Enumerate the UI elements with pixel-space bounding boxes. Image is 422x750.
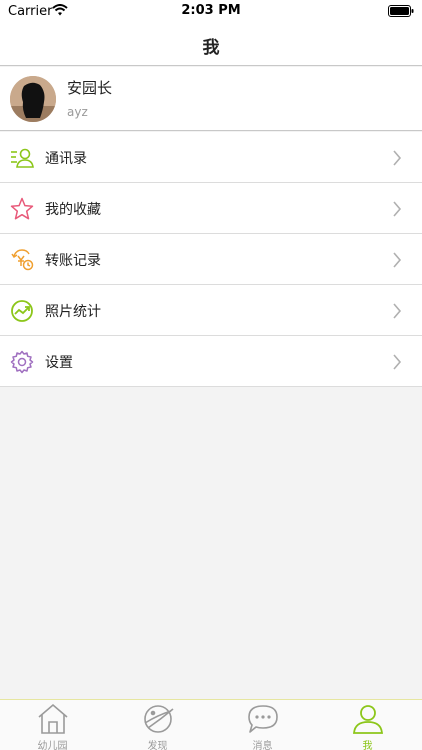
chevron-right-icon bbox=[392, 252, 402, 268]
menu-item-photo-stats[interactable]: 照片统计 bbox=[0, 285, 422, 336]
tab-label: 发现 bbox=[147, 741, 168, 750]
page-title: 我 bbox=[202, 38, 220, 58]
chevron-right-icon bbox=[392, 150, 402, 166]
status-bar: Carrier 2:03 PM bbox=[0, 0, 422, 22]
transfer-icon bbox=[10, 248, 34, 272]
tab-label: 幼儿园 bbox=[37, 741, 68, 750]
tab-discover[interactable]: 发现 bbox=[105, 700, 210, 750]
avatar[interactable] bbox=[10, 76, 56, 122]
chevron-right-icon bbox=[392, 201, 402, 217]
chat-icon bbox=[246, 703, 280, 735]
contacts-icon bbox=[10, 146, 34, 170]
menu-item-favorites[interactable]: 我的收藏 bbox=[0, 183, 422, 234]
menu-item-transfer-records[interactable]: 转账记录 bbox=[0, 234, 422, 285]
menu-item-label: 我的收藏 bbox=[45, 202, 101, 218]
tab-bar: 幼儿园 发现 消息 我 bbox=[0, 699, 422, 750]
menu-item-label: 转账记录 bbox=[45, 253, 101, 269]
clock-label: 2:03 PM bbox=[181, 3, 241, 18]
tab-label: 我 bbox=[362, 741, 373, 750]
gear-icon bbox=[10, 350, 34, 374]
chevron-right-icon bbox=[392, 303, 402, 319]
menu-item-contacts[interactable]: 通讯录 bbox=[0, 132, 422, 183]
navigation-bar: 我 bbox=[0, 22, 422, 66]
planet-icon bbox=[141, 703, 175, 735]
tab-kindergarten[interactable]: 幼儿园 bbox=[0, 700, 105, 750]
menu-list: 通讯录 我的收藏 转账记录 照片统计 设置 bbox=[0, 132, 422, 387]
menu-item-label: 通讯录 bbox=[45, 151, 87, 167]
menu-item-label: 照片统计 bbox=[45, 304, 101, 320]
star-icon bbox=[10, 197, 34, 221]
battery-icon bbox=[388, 5, 414, 21]
chevron-right-icon bbox=[392, 354, 402, 370]
person-icon bbox=[351, 703, 385, 735]
menu-item-label: 设置 bbox=[45, 355, 73, 371]
home-icon bbox=[36, 703, 70, 735]
menu-item-settings[interactable]: 设置 bbox=[0, 336, 422, 387]
tab-me[interactable]: 我 bbox=[315, 700, 420, 750]
photo-stats-icon bbox=[10, 299, 34, 323]
tab-label: 消息 bbox=[252, 741, 273, 750]
profile-account: ayz bbox=[67, 105, 88, 119]
profile-header[interactable]: 安园长 ayz bbox=[0, 67, 422, 131]
profile-name: 安园长 bbox=[67, 79, 113, 97]
tab-messages[interactable]: 消息 bbox=[210, 700, 315, 750]
